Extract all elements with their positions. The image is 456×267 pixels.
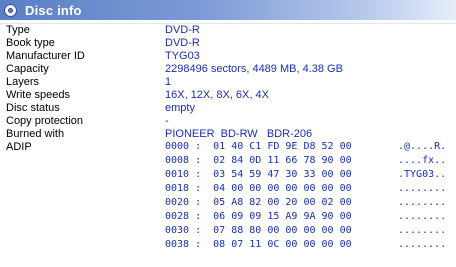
- adip-row: 0018 : 04 00 00 00 00 00 00 00 ........: [0, 183, 456, 195]
- info-row-disc-status: Disc status empty: [0, 102, 456, 114]
- field-label: Burned with: [6, 128, 65, 140]
- field-label: Capacity: [6, 63, 49, 75]
- field-value: -: [165, 115, 169, 127]
- field-label: Book type: [6, 37, 55, 49]
- field-value: 1: [165, 76, 172, 88]
- adip-label: ADIP: [6, 141, 32, 153]
- field-label: Layers: [6, 76, 40, 88]
- field-label: Manufacturer ID: [6, 50, 85, 62]
- info-row-manufacturer-id: Manufacturer ID TYG03: [0, 50, 456, 62]
- disc-info-panel: Type DVD-R Book type DVD-R Manufacturer …: [0, 23, 456, 267]
- adip-hex-line: 0000 : 01 40 C1 FD 9E D8 52 00: [165, 141, 352, 152]
- adip-row: 0030 : 07 88 80 00 00 00 00 00 ........: [0, 225, 456, 237]
- adip-hex-line: 0010 : 03 54 59 47 30 33 00 00: [165, 169, 352, 180]
- adip-row: 0020 : 05 A8 82 00 20 00 02 00 ........: [0, 197, 456, 209]
- adip-ascii-line: .@....R.: [398, 141, 447, 152]
- adip-ascii-line: ........: [398, 239, 447, 250]
- adip-hex-line: 0018 : 04 00 00 00 00 00 00 00: [165, 183, 352, 194]
- field-value: empty: [165, 102, 195, 114]
- adip-ascii-line: ........: [398, 225, 447, 236]
- field-value: 16X, 12X, 8X, 6X, 4X: [165, 89, 269, 101]
- adip-hex-line: 0038 : 08 07 11 0C 00 00 00 00: [165, 239, 352, 250]
- field-value: TYG03: [165, 50, 200, 62]
- adip-ascii-line: .TYG03..: [398, 169, 447, 180]
- adip-ascii-line: ........: [398, 211, 447, 222]
- window-title: Disc info: [25, 2, 82, 18]
- disc-icon: [4, 3, 17, 17]
- adip-row: 0008 : 02 84 0D 11 66 78 90 00 ....fx..: [0, 155, 456, 167]
- info-row-copy-protection: Copy protection -: [0, 115, 456, 127]
- info-row-write-speeds: Write speeds 16X, 12X, 8X, 6X, 4X: [0, 89, 456, 101]
- field-value: 2298496 sectors, 4489 MB, 4.38 GB: [165, 63, 343, 75]
- adip-row: 0028 : 06 09 09 15 A9 9A 90 00 ........: [0, 211, 456, 223]
- window-titlebar: Disc info: [0, 0, 456, 20]
- adip-hex-line: 0028 : 06 09 09 15 A9 9A 90 00: [165, 211, 352, 222]
- field-label: Copy protection: [6, 115, 84, 127]
- adip-ascii-line: ........: [398, 183, 447, 194]
- adip-hex-line: 0008 : 02 84 0D 11 66 78 90 00: [165, 155, 352, 166]
- info-row-burned-with: Burned with PIONEER BD-RW BDR-206: [0, 128, 456, 140]
- adip-ascii-line: ....fx..: [398, 155, 447, 166]
- adip-row: 0038 : 08 07 11 0C 00 00 00 00 ........: [0, 239, 456, 251]
- field-label: Write speeds: [6, 89, 70, 101]
- adip-hex-line: 0030 : 07 88 80 00 00 00 00 00: [165, 225, 352, 236]
- field-value: DVD-R: [165, 24, 200, 36]
- adip-row: 0010 : 03 54 59 47 30 33 00 00 .TYG03..: [0, 169, 456, 181]
- field-value: PIONEER BD-RW BDR-206: [165, 128, 313, 140]
- adip-hex-line: 0020 : 05 A8 82 00 20 00 02 00: [165, 197, 352, 208]
- field-value: DVD-R: [165, 37, 200, 49]
- field-label: Disc status: [6, 102, 60, 114]
- field-label: Type: [6, 24, 30, 36]
- adip-row: ADIP 0000 : 01 40 C1 FD 9E D8 52 00 .@..…: [0, 141, 456, 153]
- info-row-type: Type DVD-R: [0, 24, 456, 36]
- info-row-capacity: Capacity 2298496 sectors, 4489 MB, 4.38 …: [0, 63, 456, 75]
- info-row-layers: Layers 1: [0, 76, 456, 88]
- info-row-book-type: Book type DVD-R: [0, 37, 456, 49]
- adip-ascii-line: ........: [398, 197, 447, 208]
